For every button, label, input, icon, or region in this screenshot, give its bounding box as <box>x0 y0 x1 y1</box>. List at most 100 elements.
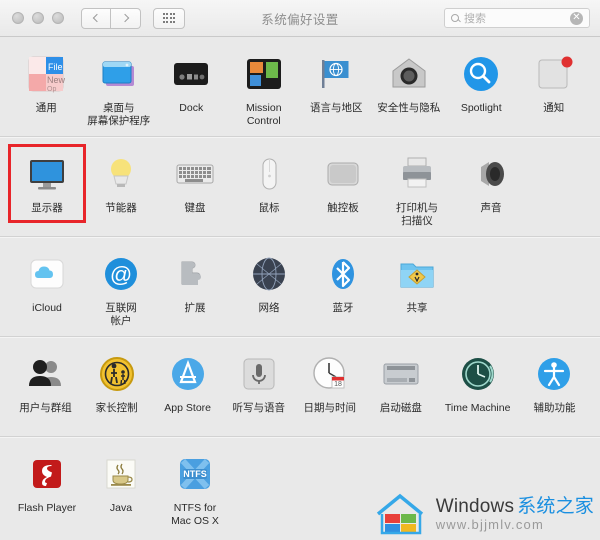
time-machine-icon <box>455 351 501 397</box>
grid-icon <box>162 13 176 23</box>
pref-pane-date-time[interactable]: 18 日期与时间 <box>294 346 365 432</box>
pref-pane-label: 打印机与 扫描仪 <box>396 202 438 227</box>
watermark-brand-en: Windows <box>435 495 515 517</box>
minimize-button[interactable] <box>32 12 44 24</box>
prefs-row-system: 用户与群组 家长控制 App Store 听写与语音 18 日期与时间 启动磁盘… <box>0 337 600 437</box>
prefs-row-internet: iCloud @ 互联网 帐户 扩展 网络 蓝牙 共享 <box>0 237 600 337</box>
chevron-right-icon <box>120 13 129 23</box>
watermark: Windows 系统之家 www.bjjmlv.com <box>374 492 594 536</box>
pref-pane-dock[interactable]: Dock <box>155 46 228 132</box>
pref-pane-sound[interactable]: 声音 <box>454 146 528 232</box>
pref-pane-label: 触控板 <box>327 202 359 214</box>
zoom-button[interactable] <box>52 12 64 24</box>
pref-pane-keyboard[interactable]: 键盘 <box>158 146 232 232</box>
pref-pane-label: Spotlight <box>460 102 502 114</box>
general-icon: File New Op <box>23 51 69 97</box>
pref-pane-notifications[interactable]: 通知 <box>518 46 591 132</box>
prefs-row-personal: File New Op 通用 桌面与 屏幕保护程序 Dock Mission C… <box>0 37 600 137</box>
pref-pane-label: 互联网 帐户 <box>105 302 137 327</box>
notifications-icon <box>531 51 577 97</box>
spotlight-icon <box>458 51 504 97</box>
parental-controls-icon <box>94 351 140 397</box>
pref-pane-icloud[interactable]: iCloud <box>10 246 84 332</box>
ntfs-icon: NTFS <box>172 451 218 497</box>
pref-pane-printers-scanners[interactable]: 打印机与 扫描仪 <box>380 146 454 232</box>
pref-pane-extensions[interactable]: 扩展 <box>158 246 232 332</box>
search-input[interactable]: 搜索 <box>464 10 486 26</box>
pref-pane-label: Dock <box>179 102 204 114</box>
pref-pane-desktop-screensaver[interactable]: 桌面与 屏幕保护程序 <box>83 46 156 132</box>
pref-pane-dictation-speech[interactable]: 听写与语音 <box>223 346 294 432</box>
extensions-icon <box>172 251 218 297</box>
show-all-button[interactable] <box>153 7 185 29</box>
keyboard-icon <box>172 151 218 197</box>
pref-pane-label: 桌面与 屏幕保护程序 <box>87 102 151 127</box>
svg-text:@: @ <box>110 262 132 287</box>
pref-pane-bluetooth[interactable]: 蓝牙 <box>306 246 380 332</box>
pref-pane-label: 显示器 <box>31 202 63 214</box>
chevron-left-icon <box>92 13 102 23</box>
pref-pane-label: 家长控制 <box>95 402 138 414</box>
pref-pane-language-region[interactable]: 语言与地区 <box>300 46 373 132</box>
pref-pane-network[interactable]: 网络 <box>232 246 306 332</box>
watermark-url: www.bjjmlv.com <box>435 516 544 532</box>
pref-pane-label: Java <box>109 502 133 514</box>
internet-accounts-icon: @ <box>98 251 144 297</box>
pref-pane-security-privacy[interactable]: 安全性与隐私 <box>373 46 446 132</box>
dictation-speech-icon <box>236 351 282 397</box>
mission-control-icon <box>241 51 287 97</box>
energy-saver-icon <box>98 151 144 197</box>
pref-pane-label: App Store <box>164 402 211 414</box>
system-preferences-window: 系统偏好设置 搜索 ✕ File New Op 通用 桌面与 屏幕保护程序 Do… <box>0 0 600 540</box>
desktop-screensaver-icon <box>96 51 142 97</box>
pref-pane-label: Flash Player <box>17 502 77 514</box>
svg-text:NTFS: NTFS <box>183 469 207 479</box>
windows-house-logo-icon <box>376 493 423 535</box>
traffic-lights <box>12 12 64 24</box>
titlebar: 系统偏好设置 搜索 ✕ <box>0 0 600 37</box>
back-button[interactable] <box>81 7 111 29</box>
pref-pane-accessibility[interactable]: 辅助功能 <box>519 346 590 432</box>
watermark-brand: Windows 系统之家 <box>435 495 594 517</box>
pref-pane-parental-controls[interactable]: 家长控制 <box>81 346 152 432</box>
pref-pane-mission-control[interactable]: Mission Control <box>228 46 301 132</box>
close-button[interactable] <box>12 12 24 24</box>
pref-pane-general[interactable]: File New Op 通用 <box>10 46 83 132</box>
prefs-row-hardware: 显示器 节能器 键盘 鼠标 触控板 打印机与 扫描仪 声音 <box>0 137 600 237</box>
startup-disk-icon <box>378 351 424 397</box>
displays-icon <box>24 151 70 197</box>
sound-icon <box>468 151 514 197</box>
nav-buttons <box>81 7 141 29</box>
network-icon <box>246 251 292 297</box>
pref-pane-displays[interactable]: 显示器 <box>8 144 86 223</box>
pref-pane-ntfs[interactable]: NTFS NTFS for Mac OS X <box>158 446 232 532</box>
pref-pane-label: 通用 <box>35 102 57 114</box>
pref-pane-sharing[interactable]: 共享 <box>380 246 454 332</box>
app-store-icon <box>165 351 211 397</box>
language-region-icon <box>313 51 359 97</box>
pref-pane-app-store[interactable]: App Store <box>152 346 223 432</box>
pref-pane-spotlight[interactable]: Spotlight <box>445 46 518 132</box>
pref-pane-startup-disk[interactable]: 启动磁盘 <box>365 346 436 432</box>
pref-pane-label: 辅助功能 <box>533 402 576 414</box>
pref-pane-label: 网络 <box>258 302 280 314</box>
svg-text:File: File <box>48 62 63 72</box>
pref-pane-mouse[interactable]: 鼠标 <box>232 146 306 232</box>
date-time-icon: 18 <box>307 351 353 397</box>
pref-pane-energy-saver[interactable]: 节能器 <box>84 146 158 232</box>
forward-button[interactable] <box>111 7 141 29</box>
pref-pane-java[interactable]: Java <box>84 446 158 532</box>
pref-pane-internet-accounts[interactable]: @ 互联网 帐户 <box>84 246 158 332</box>
search-field[interactable]: 搜索 ✕ <box>444 8 590 28</box>
pref-pane-label: Mission Control <box>245 102 282 127</box>
dock-icon <box>168 51 214 97</box>
pref-pane-time-machine[interactable]: Time Machine <box>436 346 519 432</box>
java-icon <box>98 451 144 497</box>
pref-pane-trackpad[interactable]: 触控板 <box>306 146 380 232</box>
pref-pane-flash-player[interactable]: Flash Player <box>10 446 84 532</box>
pref-pane-label: 键盘 <box>184 202 206 214</box>
clear-search-button[interactable]: ✕ <box>570 11 583 25</box>
mouse-icon <box>246 151 292 197</box>
svg-text:New: New <box>47 75 66 85</box>
pref-pane-users-groups[interactable]: 用户与群组 <box>10 346 81 432</box>
